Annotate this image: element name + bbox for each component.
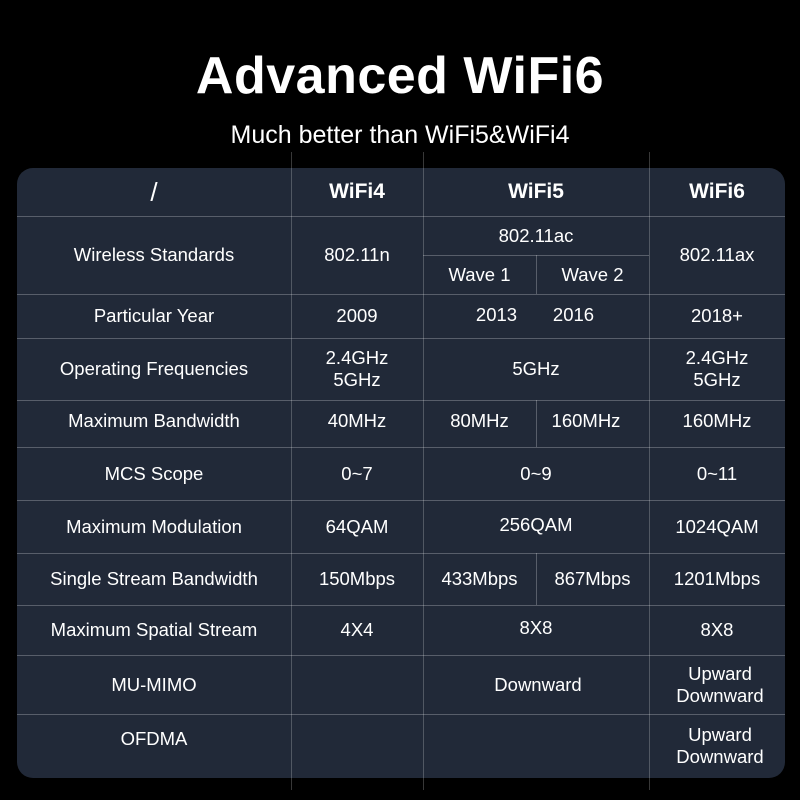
- cell-wifi6: 2.4GHz 5GHz: [685, 347, 749, 390]
- row-label: Maximum Modulation: [66, 515, 242, 537]
- cell-wifi4: 0~7: [341, 462, 373, 484]
- cell-wifi6: 1024QAM: [675, 515, 759, 537]
- cell-wifi4: 802.11n: [324, 244, 390, 265]
- header-wifi4: WiFi4: [329, 180, 385, 203]
- row-label: MU-MIMO: [111, 673, 197, 695]
- cell-wifi5-b: 160MHz: [551, 410, 621, 431]
- cell-wifi5: Downward: [494, 673, 582, 695]
- cell-wifi4: [291, 655, 423, 714]
- header-corner: /: [150, 177, 158, 207]
- row-label: Particular Year: [93, 305, 215, 326]
- cell-wifi5: 256QAM: [499, 514, 573, 535]
- header-wifi5: WiFi5: [508, 180, 564, 203]
- cell-wifi5: [423, 714, 649, 778]
- cell-wifi4: 150Mbps: [318, 568, 396, 589]
- cell-wifi4: 2.4GHz 5GHz: [325, 347, 389, 390]
- cell-wifi4: 2009: [336, 305, 378, 326]
- cell-wifi6: 802.11ax: [679, 244, 755, 265]
- cell-wifi5-a: 433Mbps: [441, 568, 518, 589]
- cell-wifi5-wave1: Wave 1: [448, 263, 511, 285]
- cell-wifi5: 8X8: [519, 617, 553, 638]
- row-label: Single Stream Bandwidth: [50, 568, 258, 589]
- cell-wifi6: 160MHz: [682, 410, 752, 431]
- header-wifi6: WiFi6: [689, 180, 745, 203]
- page-subtitle: Much better than WiFi5&WiFi4: [230, 121, 570, 149]
- cell-wifi6: 1201Mbps: [673, 568, 761, 589]
- row-label: MCS Scope: [104, 462, 204, 484]
- row-label: Wireless Standards: [73, 244, 235, 265]
- cell-wifi6: 8X8: [700, 619, 734, 640]
- cell-wifi5-b: 867Mbps: [554, 568, 631, 589]
- cell-wifi5: 5GHz: [512, 358, 560, 379]
- cell-wifi5-b: 2016: [552, 304, 595, 325]
- row-label: Maximum Spatial Stream: [50, 619, 258, 640]
- cell-wifi6: 0~11: [696, 462, 738, 484]
- row-label: OFDMA: [120, 728, 188, 749]
- cell-wifi6: 2018+: [691, 305, 743, 326]
- cell-wifi4: [291, 714, 423, 778]
- cell-wifi6: Upward Downward: [676, 662, 764, 706]
- cell-wifi4: 64QAM: [325, 515, 389, 537]
- cell-wifi4: 4X4: [340, 619, 374, 640]
- row-label: Maximum Bandwidth: [68, 410, 240, 431]
- cell-wifi5-a: 80MHz: [450, 410, 509, 431]
- page-title: Advanced WiFi6: [195, 47, 605, 105]
- cell-wifi4: 40MHz: [327, 410, 387, 431]
- cell-wifi5: 0~9: [520, 462, 552, 484]
- cell-wifi6: Upward Downward: [676, 724, 764, 767]
- cell-wifi5: 802.11ac: [498, 224, 574, 246]
- row-label: Operating Frequencies: [59, 358, 249, 379]
- cell-wifi5-wave2: Wave 2: [561, 263, 624, 285]
